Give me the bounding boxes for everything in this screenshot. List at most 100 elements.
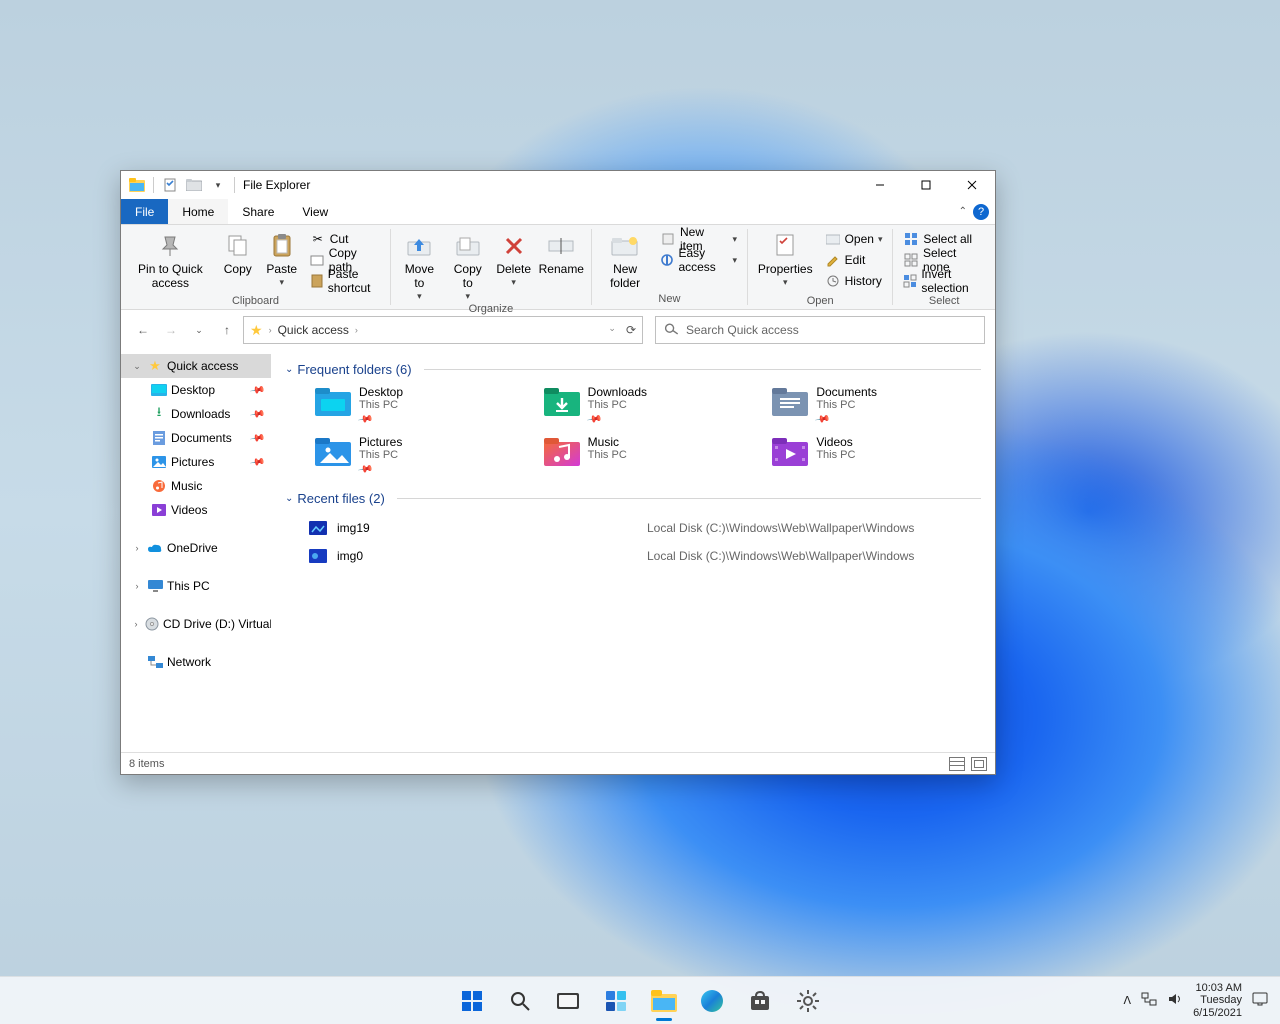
qat-properties-icon[interactable] [162,177,178,193]
address-crumb[interactable]: Quick access [278,323,349,337]
tray-network-icon[interactable] [1141,992,1157,1009]
downloads-folder-icon [544,385,580,417]
taskbar-settings[interactable] [786,979,830,1023]
folder-desktop[interactable]: DesktopThis PC📌 [315,385,524,425]
tree-music[interactable]: Music [121,474,271,498]
taskbar-store[interactable] [738,979,782,1023]
copyto-icon [453,231,483,261]
tree-desktop[interactable]: Desktop📌 [121,378,271,402]
nav-forward-button[interactable]: → [159,318,183,342]
tree-quick-access[interactable]: ⌄ ★ Quick access [121,354,271,378]
titlebar[interactable]: ▾ File Explorer [121,171,995,199]
chevron-right-icon[interactable]: › [131,543,143,553]
qat-dropdown-icon[interactable]: ▾ [210,177,226,193]
pin-quickaccess-label: Pin to Quick access [131,263,210,291]
pictures-folder-icon [315,435,351,467]
close-button[interactable] [949,171,995,199]
help-icon[interactable]: ? [973,204,989,220]
start-button[interactable] [450,979,494,1023]
copy-button[interactable]: Copy [216,227,260,277]
open-button[interactable]: Open▾ [821,229,887,249]
picture-icon [151,454,167,470]
video-icon [151,502,167,518]
folder-videos[interactable]: VideosThis PC [772,435,981,475]
chevron-icon[interactable]: › [269,325,272,335]
tree-downloads[interactable]: ⭳ Downloads📌 [121,402,271,426]
tree-cddrive[interactable]: › CD Drive (D:) VirtualBox [121,612,271,636]
content-pane: ⌄Frequent folders (6) DesktopThis PC📌 Do… [271,350,995,752]
pin-icon [155,231,185,261]
tab-share[interactable]: Share [228,199,288,224]
chevron-down-icon[interactable]: ⌄ [131,361,143,372]
tab-file[interactable]: File [121,199,168,224]
copy-to-button[interactable]: Copy to▾ [444,227,492,301]
collapse-ribbon-icon[interactable]: ⌃ [959,206,967,217]
invert-selection-button[interactable]: Invert selection [899,271,989,291]
tab-home[interactable]: Home [168,199,228,224]
tree-thispc[interactable]: › This PC [121,574,271,598]
search-box[interactable]: Search Quick access [655,316,985,344]
pin-quickaccess-button[interactable]: Pin to Quick access [125,227,216,291]
nav-up-button[interactable]: ↑ [215,318,239,342]
details-view-button[interactable] [949,757,965,771]
recent-file-row[interactable]: img19 Local Disk (C:)\Windows\Web\Wallpa… [309,514,981,542]
taskbar-edge[interactable] [690,979,734,1023]
refresh-icon[interactable]: ⟳ [626,323,636,337]
pc-icon [147,578,163,594]
folder-music[interactable]: MusicThis PC [544,435,753,475]
chevron-right-icon[interactable]: › [131,619,141,629]
edit-button[interactable]: Edit [821,250,887,270]
tree-network[interactable]: › Network [121,650,271,674]
new-folder-button[interactable]: New folder [596,227,655,291]
large-icons-view-button[interactable] [971,757,987,771]
tree-videos[interactable]: Videos [121,498,271,522]
taskbar-clock[interactable]: 10:03 AM Tuesday 6/15/2021 [1193,982,1242,1020]
open-icon [825,231,841,247]
taskbar-widgets[interactable] [594,979,638,1023]
tray-volume-icon[interactable] [1167,992,1183,1009]
chevron-right-icon[interactable]: › [131,581,143,591]
history-button[interactable]: History [821,271,887,291]
address-dropdown-icon[interactable]: ⌄ [608,323,616,337]
paste-shortcut-icon [310,273,324,289]
recent-files-header[interactable]: ⌄Recent files (2) [285,491,981,506]
paste-button[interactable]: Paste ▾ [260,227,304,287]
history-icon [825,273,841,289]
taskbar-search[interactable] [498,979,542,1023]
rename-button[interactable]: Rename [536,227,587,277]
chevron-icon[interactable]: › [355,325,358,335]
ribbon-group-open-label: Open [752,293,889,309]
notifications-icon[interactable] [1252,992,1268,1009]
tree-onedrive[interactable]: › OneDrive [121,536,271,560]
recent-file-row[interactable]: img0 Local Disk (C:)\Windows\Web\Wallpap… [309,542,981,570]
desktop-icon [151,382,167,398]
paste-shortcut-button[interactable]: Paste shortcut [306,271,384,291]
taskbar-explorer[interactable] [642,979,686,1023]
folder-documents[interactable]: DocumentsThis PC📌 [772,385,981,425]
folder-pictures[interactable]: PicturesThis PC📌 [315,435,524,475]
easy-access-button[interactable]: Easy access▾ [656,250,741,270]
document-icon [151,430,167,446]
address-bar[interactable]: ★ › Quick access › ⌄ ⟳ [243,316,643,344]
minimize-button[interactable] [857,171,903,199]
folder-downloads[interactable]: DownloadsThis PC📌 [544,385,753,425]
tray-overflow-icon[interactable]: ᐱ [1124,994,1132,1007]
delete-button[interactable]: Delete▾ [492,227,536,287]
download-icon: ⭳ [151,406,167,422]
taskbar-taskview[interactable] [546,979,590,1023]
properties-button[interactable]: Properties▾ [752,227,819,287]
tree-documents[interactable]: Documents📌 [121,426,271,450]
tree-pictures[interactable]: Pictures📌 [121,450,271,474]
star-icon: ★ [147,358,163,374]
frequent-folders-header[interactable]: ⌄Frequent folders (6) [285,362,981,377]
nav-back-button[interactable]: ← [131,318,155,342]
move-to-button[interactable]: Move to▾ [395,227,444,301]
qat-newfolder-icon[interactable] [186,177,202,193]
maximize-button[interactable] [903,171,949,199]
ribbon: Pin to Quick access Copy Paste ▾ ✂Cut Co… [121,225,995,310]
copy-path-icon [310,252,325,268]
tab-view[interactable]: View [288,199,342,224]
pin-icon: 📌 [249,406,266,422]
scissors-icon: ✂ [310,231,326,247]
nav-recent-dropdown[interactable]: ⌄ [187,318,211,342]
